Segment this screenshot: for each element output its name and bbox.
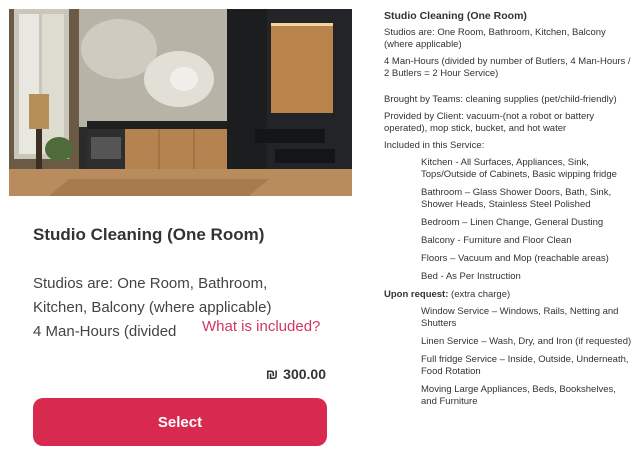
description-line: Kitchen, Balcony (where applicable)	[33, 299, 272, 316]
details-brought-by-teams: Brought by Teams: cleaning supplies (pet…	[384, 94, 617, 105]
card-title: Studio Cleaning (One Room)	[33, 225, 265, 244]
included-item: Floors – Vacuum and Mop (reachable areas…	[421, 253, 609, 264]
select-button[interactable]: Select	[33, 398, 327, 446]
what-is-included-link[interactable]: What is included?	[200, 318, 321, 335]
upon-request-label: Upon request:	[384, 289, 449, 300]
request-item: Moving Large Appliances, Beds, Bookshelv…	[421, 384, 616, 407]
service-details-panel: Studio Cleaning (One Room) Studios are: …	[384, 10, 632, 414]
description-line: Studios are: One Room, Bathroom,	[33, 275, 268, 292]
details-title: Studio Cleaning (One Room)	[384, 10, 527, 22]
request-item: Window Service – Windows, Rails, Netting…	[421, 306, 619, 329]
details-provided-by-client: Provided by Client: vacuum-(not a robot …	[384, 111, 595, 134]
included-item: Bed - As Per Instruction	[421, 271, 521, 282]
description-line-text: 4 Man-Hours (divided	[33, 323, 177, 340]
details-studios: Studios are: One Room, Bathroom, Kitchen…	[384, 27, 606, 50]
price: ₪ 300.00	[206, 366, 326, 382]
details-man-hours: 4 Man-Hours (divided by number of Butler…	[384, 56, 631, 79]
price-value: 300.00	[283, 366, 326, 382]
included-item: Bathroom – Glass Shower Doors, Bath, Sin…	[421, 187, 612, 210]
studio-interior-image	[9, 9, 352, 196]
request-item: Full fridge Service – Inside, Outside, U…	[421, 354, 629, 377]
request-item: Linen Service – Wash, Dry, and Iron (if …	[421, 336, 632, 347]
included-heading: Included in this Service:	[384, 140, 485, 151]
included-item: Bedroom – Linen Change, General Dusting	[421, 217, 604, 228]
service-card: Studio Cleaning (One Room) Studios are: …	[0, 0, 352, 465]
upon-request-heading: Upon request: (extra charge)	[384, 289, 632, 301]
upon-request-note: (extra charge)	[448, 289, 511, 300]
included-item: Balcony - Furniture and Floor Clean	[421, 235, 572, 246]
currency-symbol: ₪	[265, 366, 279, 382]
studio-photo	[9, 9, 352, 196]
included-item: Kitchen - All Surfaces, Appliances, Sink…	[421, 157, 617, 180]
